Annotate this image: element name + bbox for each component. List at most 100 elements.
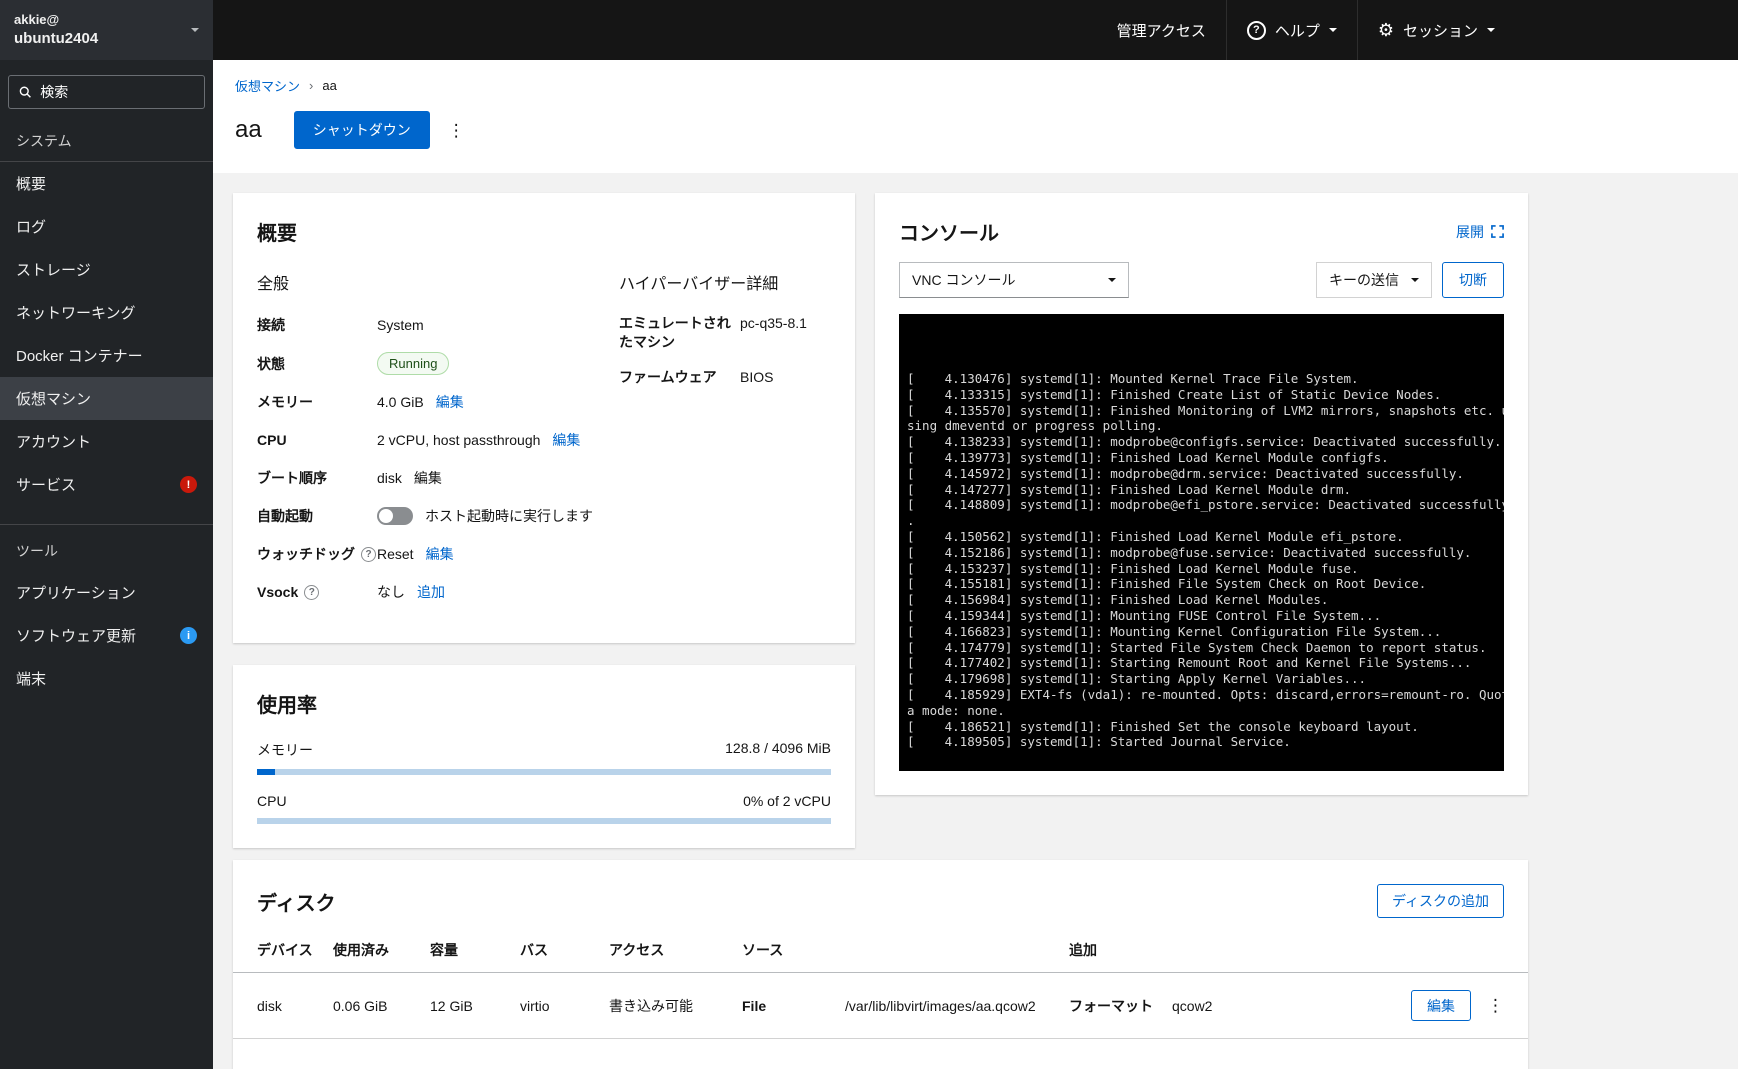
watchdog-label: ウォッチドッグ: [257, 546, 355, 562]
disks-title: ディスク: [257, 892, 336, 915]
search-input[interactable]: [40, 84, 194, 100]
exclamation-badge: !: [180, 476, 197, 493]
autostart-row: 自動起動 ホスト起動時に実行します: [257, 505, 619, 527]
vnc-console-screen[interactable]: [ 4.130476] systemd[1]: Mounted Kernel T…: [899, 314, 1504, 771]
vm-kebab-menu-icon[interactable]: ⋮: [448, 122, 465, 139]
hypervisor-heading: ハイパーバイザー詳細: [619, 276, 779, 293]
sidebar-item-label: ログ: [16, 219, 47, 236]
host-switcher[interactable]: akkie@ ubuntu2404: [0, 0, 213, 60]
sidebar-item-label: アカウント: [16, 434, 92, 451]
overview-card: 概要 全般 接続 System 状態 Running メモリー 4.0 GiB …: [233, 193, 855, 643]
expand-icon: [1491, 225, 1504, 238]
disk-access-cell: 書き込み可能: [609, 972, 742, 1039]
chevron-down-icon: [1108, 278, 1116, 282]
disks-card: ディスク ディスクの追加 デバイス 使用済み 容量 バス アクセス ソース 追加…: [233, 860, 1528, 1069]
emulated-machine-value: pc-q35-8.1: [740, 315, 807, 331]
autostart-toggle[interactable]: [377, 507, 413, 525]
sidebar-item-services[interactable]: サービス !: [0, 463, 213, 506]
overview-title: 概要: [257, 223, 297, 245]
disks-header-used: 使用済み: [333, 932, 430, 973]
sidebar-item-software-updates[interactable]: ソフトウェア更新 i: [0, 614, 213, 657]
console-type-select[interactable]: VNC コンソール: [899, 262, 1129, 298]
disk-source-cell: File /var/lib/libvirt/images/aa.qcow2: [742, 972, 1069, 1039]
sidebar-item-applications[interactable]: アプリケーション: [0, 571, 213, 614]
disk-additional-cell: フォーマット qcow2: [1069, 972, 1319, 1039]
content: 仮想マシン › aa aa シャットダウン ⋮ 概要 全般 接続 System …: [213, 60, 1738, 1069]
cpu-edit-link[interactable]: 編集: [552, 430, 580, 450]
disks-header-bus: バス: [520, 932, 609, 973]
help-icon: ?: [1246, 20, 1266, 40]
host-switcher-labels: akkie@ ubuntu2404: [14, 12, 98, 48]
page-body: 概要 全般 接続 System 状態 Running メモリー 4.0 GiB …: [213, 173, 1738, 1069]
shutdown-button[interactable]: シャットダウン: [293, 111, 430, 149]
disk-format-value: qcow2: [1172, 997, 1213, 1014]
disk-edit-button[interactable]: 編集: [1411, 990, 1471, 1021]
sidebar-item-label: アプリケーション: [16, 585, 136, 602]
main-area: 管理アクセス ? ヘルプ ⚙ セッション 仮想マシン › aa aa シャットダ…: [213, 0, 1738, 1069]
disk-actions-cell: 編集 ⋮: [1319, 972, 1528, 1039]
search-icon: [19, 86, 31, 98]
memory-row: メモリー 4.0 GiB 編集: [257, 391, 619, 413]
disks-header-access: アクセス: [609, 932, 742, 973]
sidebar-item-docker-containers[interactable]: Docker コンテナー: [0, 334, 213, 377]
breadcrumb-current: aa: [322, 78, 337, 93]
disks-header-row: デバイス 使用済み 容量 バス アクセス ソース 追加: [233, 932, 1528, 973]
disk-kebab-menu-icon[interactable]: ⋮: [1487, 997, 1504, 1014]
admin-access-label: 管理アクセス: [1116, 22, 1206, 40]
memory-edit-link[interactable]: 編集: [436, 392, 464, 412]
disk-capacity-cell: 12 GiB: [430, 972, 520, 1039]
chevron-down-icon: [1328, 28, 1337, 32]
memory-value: 4.0 GiB: [377, 394, 424, 410]
vsock-add-link[interactable]: 追加: [417, 582, 445, 602]
sidebar-item-storage[interactable]: ストレージ: [0, 248, 213, 291]
nav-section-system: システム: [0, 115, 213, 162]
chevron-down-icon: [191, 28, 199, 32]
connection-row: 接続 System: [257, 314, 619, 336]
title-row: aa シャットダウン ⋮: [235, 111, 1714, 149]
host-name: ubuntu2404: [14, 29, 99, 47]
watchdog-edit-link[interactable]: 編集: [426, 544, 454, 564]
boot-order-label: ブート順序: [257, 470, 327, 486]
help-label: ヘルプ: [1274, 22, 1320, 40]
watchdog-row: ウォッチドッグ ? Reset 編集: [257, 543, 619, 565]
info-badge: i: [180, 627, 197, 644]
disks-table: デバイス 使用済み 容量 バス アクセス ソース 追加 disk 0.06 Gi…: [233, 932, 1528, 1039]
sidebar-item-networking[interactable]: ネットワーキング: [0, 291, 213, 334]
breadcrumb: 仮想マシン › aa: [235, 76, 1714, 95]
add-disk-button[interactable]: ディスクの追加: [1376, 884, 1504, 918]
console-expand-label: 展開: [1456, 223, 1484, 240]
memory-progressbar: [257, 769, 831, 775]
console-toolbar: VNC コンソール キーの送信 切断: [899, 262, 1504, 298]
sidebar-item-accounts[interactable]: アカウント: [0, 420, 213, 463]
overview-grid: 全般 接続 System 状態 Running メモリー 4.0 GiB 編集 …: [257, 270, 831, 619]
page-title: aa: [235, 116, 262, 143]
question-circle-icon[interactable]: ?: [361, 546, 376, 562]
cpu-progressbar: [257, 818, 831, 824]
state-label: 状態: [257, 355, 285, 372]
cpu-usage-value: 0% of 2 vCPU: [743, 793, 831, 809]
session-menu-button[interactable]: ⚙ セッション: [1356, 0, 1515, 60]
disks-header-capacity: 容量: [430, 932, 520, 973]
help-menu-button[interactable]: ? ヘルプ: [1225, 0, 1357, 60]
question-circle-icon[interactable]: ?: [304, 584, 320, 600]
breadcrumb-virtual-machines-link[interactable]: 仮想マシン: [235, 76, 300, 95]
disk-format-label: フォーマット: [1069, 997, 1153, 1014]
disk-source-type-label: File: [742, 997, 767, 1014]
nav-section-tools: ツール: [0, 524, 213, 571]
sidebar-item-terminal[interactable]: 端末: [0, 657, 213, 700]
memory-usage-value: 128.8 / 4096 MiB: [725, 740, 831, 756]
send-key-dropdown[interactable]: キーの送信: [1316, 262, 1432, 298]
disk-used-cell: 0.06 GiB: [333, 972, 430, 1039]
disconnect-button[interactable]: 切断: [1442, 262, 1504, 298]
right-column: コンソール 展開 VNC コンソール キーの送信 切断 [4.130476] …: [875, 193, 1528, 795]
boot-order-edit-link[interactable]: 編集: [414, 468, 442, 488]
sidebar-item-label: Docker コンテナー: [16, 348, 143, 365]
sidebar-item-overview[interactable]: 概要: [0, 162, 213, 205]
disk-device-cell: disk: [233, 972, 333, 1039]
cards-grid: 概要 全般 接続 System 状態 Running メモリー 4.0 GiB …: [233, 193, 1528, 848]
admin-access-button[interactable]: 管理アクセス: [1097, 0, 1226, 60]
console-expand-link[interactable]: 展開: [1456, 222, 1504, 242]
sidebar-item-virtual-machines[interactable]: 仮想マシン: [0, 377, 213, 420]
sidebar-item-label: 端末: [16, 671, 47, 688]
sidebar-item-logs[interactable]: ログ: [0, 205, 213, 248]
